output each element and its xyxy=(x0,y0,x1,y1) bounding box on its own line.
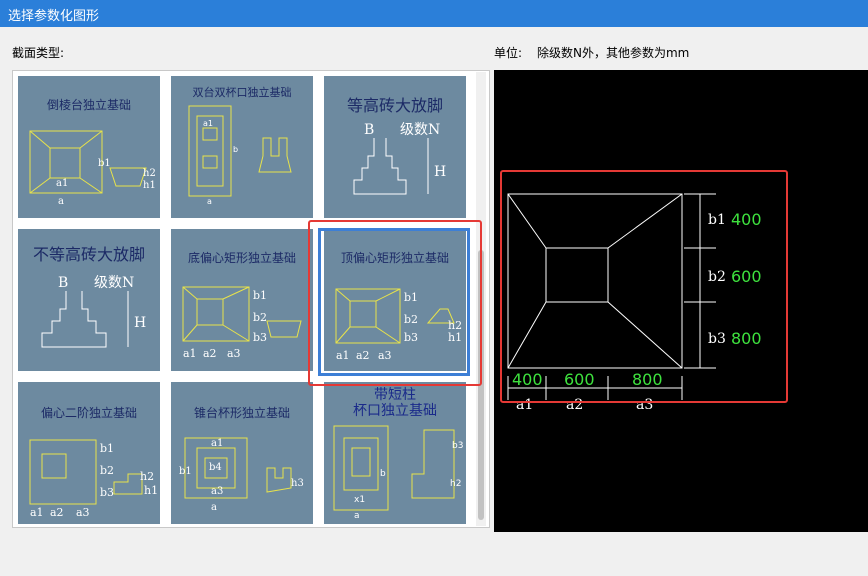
svg-text:a1: a1 xyxy=(203,119,213,128)
svg-text:a1: a1 xyxy=(183,347,197,360)
svg-text:B: B xyxy=(58,275,68,291)
svg-text:b: b xyxy=(380,469,386,479)
svg-text:b2: b2 xyxy=(100,464,114,477)
highlight-frame-preview xyxy=(500,170,788,403)
units-label: 单位: xyxy=(494,46,523,60)
shape-cell-eccentric-two-step[interactable]: 偏心二阶独立基础 b1 b2 b3 a1 a2 a3 h2 h1 xyxy=(18,382,160,524)
svg-text:h2: h2 xyxy=(450,479,461,489)
svg-text:b1: b1 xyxy=(98,158,111,169)
svg-text:a3: a3 xyxy=(76,506,90,519)
svg-text:h3: h3 xyxy=(291,478,304,489)
svg-text:a: a xyxy=(58,196,64,207)
svg-text:b1: b1 xyxy=(253,289,267,302)
cell-drawing: a1 b a xyxy=(188,105,292,206)
svg-text:b3: b3 xyxy=(452,441,463,451)
svg-text:a2: a2 xyxy=(203,347,217,360)
svg-text:H: H xyxy=(434,164,446,180)
shape-cell-frustum-cup[interactable]: 锥台杯形独立基础 a1 b1 b4 a3 a h3 xyxy=(171,382,313,524)
cell-drawing: x1 b a b3 h2 xyxy=(333,425,463,521)
svg-text:a: a xyxy=(354,511,360,521)
svg-text:b: b xyxy=(233,145,238,154)
cell-drawing: B 级数N H xyxy=(353,122,446,195)
cell-drawing: B 级数N H xyxy=(41,275,146,348)
svg-text:B: B xyxy=(364,122,374,138)
svg-text:b1: b1 xyxy=(179,466,192,477)
svg-text:级数N: 级数N xyxy=(94,275,134,291)
svg-text:b1: b1 xyxy=(100,442,114,455)
shape-cell-double-cup[interactable]: 双台双杯口独立基础 a1 b a xyxy=(171,76,313,218)
svg-text:a: a xyxy=(211,502,217,513)
cell-drawing: b1 b2 b3 a1 a2 a3 h2h1 xyxy=(29,439,158,519)
shape-cell-cup-with-short-column[interactable]: 带短柱 杯口独立基础 x1 b a b3 h2 xyxy=(324,382,466,524)
svg-text:a1: a1 xyxy=(211,438,223,449)
svg-text:a: a xyxy=(207,197,212,206)
title-bar: 选择参数化图形 xyxy=(0,0,868,27)
selection-frame xyxy=(318,228,470,376)
units-note: 除级数N外，其他参数为mm xyxy=(537,46,690,60)
section-type-label: 截面类型: xyxy=(12,46,65,60)
shape-cell-inverted-frustum[interactable]: 倒棱台独立基础 b1 a1 a h2 h1 xyxy=(18,76,160,218)
svg-text:h1: h1 xyxy=(144,484,158,497)
svg-text:b2: b2 xyxy=(253,311,267,324)
shape-cell-bottom-eccentric[interactable]: 底偏心矩形独立基础 b1 b2 b3 a1 a2 a3 xyxy=(171,229,313,371)
svg-text:a3: a3 xyxy=(227,347,241,360)
svg-text:a1: a1 xyxy=(30,506,44,519)
window-title: 选择参数化图形 xyxy=(8,9,100,24)
cell-drawing: b1 b2 b3 a1 a2 a3 xyxy=(182,286,302,360)
svg-text:级数N: 级数N xyxy=(400,122,440,138)
shape-cell-equal-brick-footing[interactable]: 等高砖大放脚 B 级数N H xyxy=(324,76,466,218)
cell-drawing: b1 a1 a h2h1 xyxy=(29,130,156,207)
svg-text:b3: b3 xyxy=(100,486,114,499)
svg-text:b3: b3 xyxy=(253,331,267,344)
svg-text:H: H xyxy=(134,315,146,331)
cell-drawing: a1 b1 b4 a3 a h3 xyxy=(179,437,304,513)
svg-text:a2: a2 xyxy=(50,506,64,519)
svg-text:h2: h2 xyxy=(140,470,154,483)
svg-text:a3: a3 xyxy=(211,486,223,497)
svg-text:h1: h1 xyxy=(143,180,156,191)
svg-text:a1: a1 xyxy=(56,178,68,189)
svg-text:x1: x1 xyxy=(354,495,365,505)
shape-cell-unequal-brick-footing[interactable]: 不等高砖大放脚 B 级数N H xyxy=(18,229,160,371)
svg-text:h2: h2 xyxy=(143,168,156,179)
svg-text:b4: b4 xyxy=(209,462,222,473)
